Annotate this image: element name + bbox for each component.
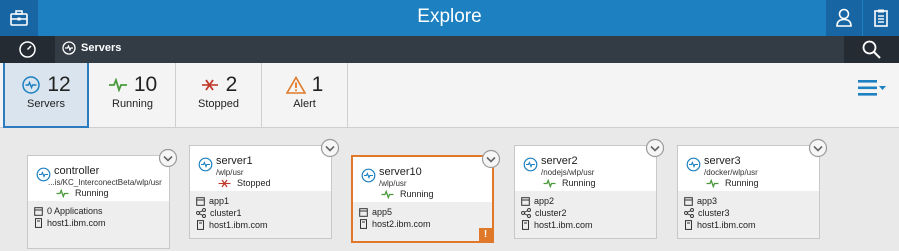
running-pulse-icon xyxy=(543,178,556,188)
user-button[interactable] xyxy=(826,0,862,36)
cluster-icon xyxy=(521,208,531,218)
notes-button[interactable] xyxy=(863,0,899,36)
server-icon xyxy=(523,157,538,172)
server-status: Running xyxy=(725,178,759,188)
server-card[interactable]: controller ...is/KC_InterconectBeta/wlp/… xyxy=(27,148,178,249)
server-card-selected[interactable]: server10 /wlp/usr Running app5 host2.ibm… xyxy=(351,149,501,243)
cluster-name: cluster1 xyxy=(210,208,242,218)
host-icon xyxy=(197,220,204,230)
host-name: host1.ibm.com xyxy=(47,218,106,228)
list-menu-icon xyxy=(858,80,886,96)
breadcrumb[interactable]: Servers xyxy=(62,41,121,55)
app-name: app5 xyxy=(372,207,393,217)
applications-icon xyxy=(34,206,43,216)
server-icon xyxy=(22,76,41,94)
server-path: /nodejs/wlp/usr xyxy=(541,168,595,177)
server-name: server10 xyxy=(379,166,422,178)
view-menu-button[interactable] xyxy=(856,77,888,99)
alert-label: Alert xyxy=(293,98,316,110)
summary-stopped[interactable]: 2 Stopped xyxy=(176,63,262,128)
host-name: host2.ibm.com xyxy=(372,219,431,229)
app-count: 0 Applications xyxy=(47,206,103,216)
alert-badge: ! xyxy=(479,228,492,241)
stopped-label: Stopped xyxy=(198,98,239,110)
server-status: Running xyxy=(75,188,109,198)
app-name: app2 xyxy=(534,196,555,206)
server-path: /wlp/usr xyxy=(379,179,407,188)
server-status: Stopped xyxy=(237,178,271,188)
running-pulse-icon xyxy=(108,78,127,92)
stopped-icon xyxy=(201,79,218,91)
server-status: Running xyxy=(400,189,434,199)
stopped-count: 2 xyxy=(225,73,238,96)
server-card[interactable]: server2 /nodejs/wlp/usr Running app2 clu… xyxy=(514,138,665,239)
server-name: controller xyxy=(54,165,100,177)
host-name: host1.ibm.com xyxy=(697,220,756,230)
summary-servers[interactable]: 12 Servers xyxy=(3,63,89,128)
clipboard-icon xyxy=(874,9,888,27)
application-icon xyxy=(521,196,530,206)
running-count: 10 xyxy=(133,73,158,96)
top-bar: Explore xyxy=(0,0,899,36)
running-label: Running xyxy=(112,98,153,110)
server-icon xyxy=(198,157,213,172)
chevron-down-icon[interactable] xyxy=(808,138,828,158)
server-card[interactable]: server3 /docker/wlp/usr Running app3 clu… xyxy=(677,138,828,239)
server-path: /wlp/usr xyxy=(216,168,244,177)
user-icon xyxy=(836,8,852,27)
host-name: host1.ibm.com xyxy=(534,220,593,230)
chevron-down-icon[interactable] xyxy=(645,138,665,158)
summary-bar: 12 Servers 10 Running 2 Stopped 1 Alert xyxy=(0,63,899,128)
server-icon xyxy=(686,157,701,172)
application-icon xyxy=(684,196,693,206)
dashboard-gauge-icon xyxy=(19,41,36,58)
cluster-icon xyxy=(684,208,694,218)
running-pulse-icon xyxy=(56,188,69,198)
chevron-down-icon[interactable] xyxy=(158,148,178,168)
alert-count: 1 xyxy=(311,73,324,96)
cluster-name: cluster3 xyxy=(698,208,730,218)
server-name: server3 xyxy=(704,155,741,167)
servers-count: 12 xyxy=(47,73,71,96)
dashboard-button[interactable] xyxy=(0,36,55,63)
host-icon xyxy=(522,220,529,230)
running-pulse-icon xyxy=(706,178,719,188)
server-name: server2 xyxy=(541,155,578,167)
server-icon xyxy=(62,41,76,55)
chevron-down-icon[interactable] xyxy=(320,138,340,158)
host-name: host1.ibm.com xyxy=(209,220,268,230)
summary-running[interactable]: 10 Running xyxy=(90,63,176,128)
server-path: /docker/wlp/usr xyxy=(704,168,758,177)
application-icon xyxy=(359,207,368,217)
breadcrumb-label: Servers xyxy=(81,42,122,54)
servers-label: Servers xyxy=(27,98,65,110)
server-status: Running xyxy=(562,178,596,188)
host-icon xyxy=(360,219,367,229)
alert-triangle-icon xyxy=(285,76,306,94)
cluster-name: cluster2 xyxy=(535,208,567,218)
search-icon xyxy=(862,40,881,59)
server-path: ...is/KC_InterconectBeta/wlp/usr xyxy=(48,178,162,187)
host-icon xyxy=(35,218,42,228)
host-icon xyxy=(685,220,692,230)
app-name: app1 xyxy=(209,196,230,206)
cluster-icon xyxy=(196,208,206,218)
page-title: Explore xyxy=(417,6,482,27)
server-icon xyxy=(361,168,376,183)
search-button[interactable] xyxy=(844,36,899,63)
running-pulse-icon xyxy=(381,189,394,199)
chevron-down-icon[interactable] xyxy=(481,149,501,169)
summary-alert[interactable]: 1 Alert xyxy=(262,63,348,128)
sub-bar: Servers xyxy=(0,36,899,63)
server-card[interactable]: server1 /wlp/usr Stopped app1 cluster1 h… xyxy=(189,138,340,239)
app-name: app3 xyxy=(697,196,718,206)
application-icon xyxy=(196,196,205,206)
stopped-icon xyxy=(218,179,231,187)
server-name: server1 xyxy=(216,155,253,167)
